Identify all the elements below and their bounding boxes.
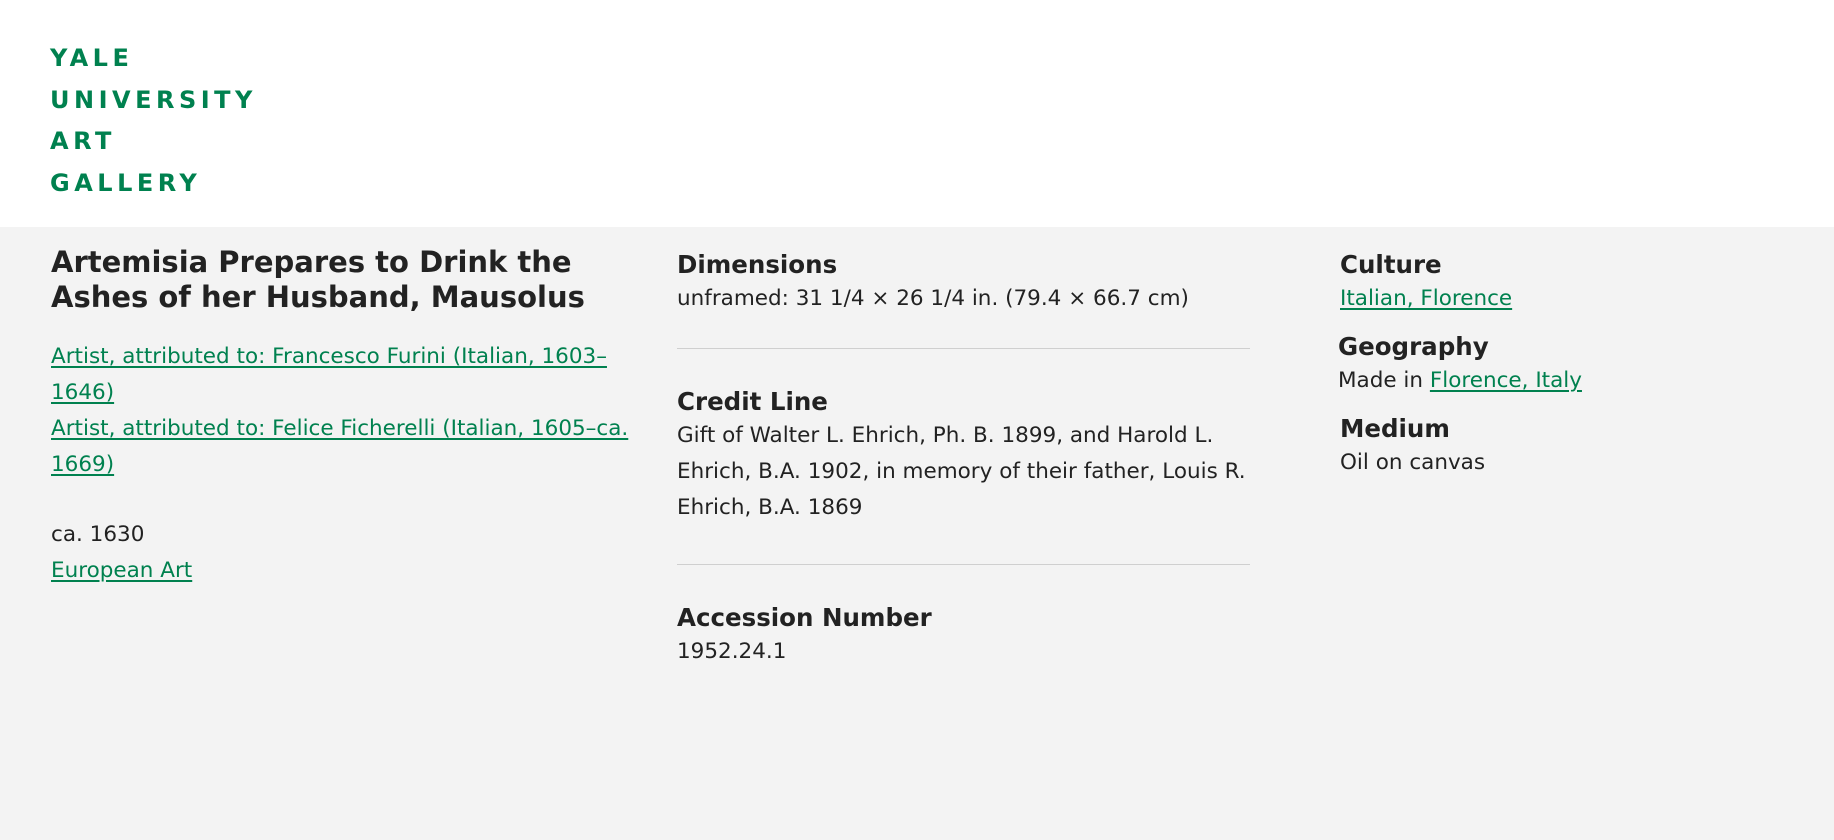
credit-line-label: Credit Line: [677, 387, 828, 416]
site-header: YALE UNIVERSITY ART GALLERY: [0, 0, 1834, 227]
medium-section: Medium Oil on canvas: [1340, 413, 1810, 481]
artist-link-furini[interactable]: Artist, attributed to: Francesco Furini …: [51, 339, 631, 411]
geography-value: Made in Florence, Italy: [1338, 363, 1810, 399]
geography-prefix: Made in: [1338, 368, 1424, 393]
logo-line-3: ART: [50, 127, 116, 155]
logo-line-2: UNIVERSITY: [50, 85, 257, 114]
credit-line-section: Credit Line Gift of Walter L. Ehrich, Ph…: [677, 386, 1250, 526]
artwork-details-main: Dimensions unframed: 31 1/4 × 26 1/4 in.…: [677, 227, 1250, 670]
geography-section: Geography Made in Florence, Italy: [1338, 331, 1810, 399]
artwork-date: ca. 1630: [51, 522, 145, 547]
section-divider: [677, 348, 1250, 349]
logo-line-4: GALLERY: [50, 168, 202, 197]
artist-list: Artist, attributed to: Francesco Furini …: [51, 339, 631, 483]
artist-link-ficherelli[interactable]: Artist, attributed to: Felice Ficherelli…: [51, 411, 631, 483]
culture-link[interactable]: Italian, Florence: [1340, 286, 1512, 311]
accession-number-section: Accession Number 1952.24.1: [677, 602, 1250, 670]
accession-number-value: 1952.24.1: [677, 639, 787, 664]
medium-value: Oil on canvas: [1340, 450, 1486, 475]
geography-label: Geography: [1338, 332, 1489, 361]
artwork-summary: Artemisia Prepares to Drink the Ashes of…: [51, 227, 631, 589]
geography-place-link[interactable]: Florence, Italy: [1430, 368, 1582, 393]
credit-line-value: Gift of Walter L. Ehrich, Ph. B. 1899, a…: [677, 423, 1246, 520]
accession-number-label: Accession Number: [677, 603, 932, 632]
dimensions-section: Dimensions unframed: 31 1/4 × 26 1/4 in.…: [677, 249, 1250, 317]
department-link[interactable]: European Art: [51, 553, 631, 589]
dimensions-value: unframed: 31 1/4 × 26 1/4 in. (79.4 × 66…: [677, 286, 1189, 311]
artwork-title: Artemisia Prepares to Drink the Ashes of…: [51, 245, 585, 314]
culture-section: Culture Italian, Florence: [1340, 249, 1810, 317]
logo-line-1: YALE: [50, 44, 134, 72]
artwork-details-side: Culture Italian, Florence Geography Made…: [1338, 227, 1810, 481]
medium-label: Medium: [1340, 414, 1450, 443]
section-divider: [677, 564, 1250, 565]
yale-university-art-gallery-logo[interactable]: YALE UNIVERSITY ART GALLERY: [50, 38, 257, 204]
dimensions-label: Dimensions: [677, 250, 838, 279]
culture-label: Culture: [1340, 250, 1442, 279]
